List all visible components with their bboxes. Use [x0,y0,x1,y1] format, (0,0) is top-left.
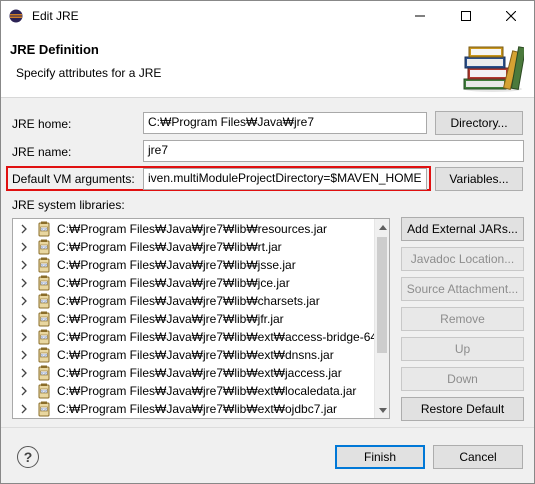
jar-icon: 010 [38,329,50,345]
window-title: Edit JRE [32,9,79,23]
library-path: C:₩Program Files₩Java₩jre7₩lib₩ext₩local… [57,384,357,398]
restore-default-button[interactable]: Restore Default [401,397,524,421]
svg-text:010: 010 [41,281,49,285]
help-icon[interactable]: ? [17,446,39,468]
library-path: C:₩Program Files₩Java₩jre7₩lib₩jsse.jar [57,258,296,272]
header-title: JRE Definition [10,42,99,57]
chevron-right-icon[interactable] [19,313,29,325]
library-row[interactable]: 010 C:₩Program Files₩Java₩jre7₩lib₩charse… [13,292,376,310]
scrollbar-thumb[interactable] [377,237,387,353]
library-row[interactable]: 010 C:₩Program Files₩Java₩jre7₩lib₩ext₩dn… [13,346,376,364]
scroll-down-icon[interactable] [375,402,389,418]
library-row[interactable]: 010 C:₩Program Files₩Java₩jre7₩lib₩ext₩ac… [13,328,389,346]
javadoc-location-button[interactable]: Javadoc Location... [401,247,524,271]
chevron-right-icon[interactable] [19,385,29,397]
maximize-icon [461,11,471,21]
finish-button[interactable]: Finish [335,445,425,469]
jre-home-label: JRE home: [12,117,72,131]
svg-text:010: 010 [41,227,49,231]
source-attachment-button[interactable]: Source Attachment... [401,277,524,301]
vm-arguments-field[interactable]: iven.multiModuleProjectDirectory=$MAVEN_… [143,168,427,190]
svg-text:010: 010 [41,353,49,357]
directory-button[interactable]: Directory... [435,111,523,135]
svg-text:010: 010 [41,263,49,267]
footer-divider [1,427,534,428]
svg-text:010: 010 [41,407,49,411]
library-row[interactable]: 010 C:₩Program Files₩Java₩jre7₩lib₩ext₩lo… [13,382,376,400]
title-bar[interactable]: Edit JRE [1,1,534,31]
library-path: C:₩Program Files₩Java₩jre7₩lib₩ext₩acces… [57,330,390,344]
jar-icon: 010 [38,293,50,309]
chevron-right-icon[interactable] [19,295,29,307]
add-external-jars-button[interactable]: Add External JARs... [401,217,524,241]
remove-button[interactable]: Remove [401,307,524,331]
variables-button[interactable]: Variables... [435,167,523,191]
jar-icon: 010 [38,221,50,237]
jre-home-field[interactable]: C:₩Program Files₩Java₩jre7 [143,112,427,134]
jar-icon: 010 [38,239,50,255]
jar-icon: 010 [38,383,50,399]
svg-text:010: 010 [41,371,49,375]
library-path: C:₩Program Files₩Java₩jre7₩lib₩rt.jar [57,240,282,254]
jar-icon: 010 [38,401,50,417]
libraries-scrollbar[interactable] [374,219,389,418]
chevron-right-icon[interactable] [19,403,29,415]
svg-text:010: 010 [41,317,49,321]
cancel-button[interactable]: Cancel [433,445,523,469]
svg-text:010: 010 [41,245,49,249]
library-row[interactable]: 010 C:₩Program Files₩Java₩jre7₩lib₩rt.jar [13,238,376,256]
minimize-icon [415,15,425,17]
header-subtitle: Specify attributes for a JRE [16,66,162,80]
eclipse-icon [9,9,23,23]
chevron-right-icon[interactable] [19,259,29,271]
library-row[interactable]: 010 C:₩Program Files₩Java₩jre7₩lib₩ext₩ja… [13,364,376,382]
library-row[interactable]: 010 C:₩Program Files₩Java₩jre7₩lib₩ext₩oj… [13,400,376,418]
library-row[interactable]: 010 C:₩Program Files₩Java₩jre7₩lib₩jce.ja… [13,274,376,292]
jar-icon: 010 [38,347,50,363]
scroll-up-icon[interactable] [375,219,389,235]
dialog-header: JRE Definition Specify attributes for a … [1,31,534,98]
down-button[interactable]: Down [401,367,524,391]
vm-arguments-label: Default VM arguments: [12,172,135,186]
library-row[interactable]: 010 C:₩Program Files₩Java₩jre7₩lib₩jsse.j… [13,256,376,274]
libraries-label: JRE system libraries: [12,198,125,212]
minimize-button[interactable] [397,1,443,31]
library-row[interactable]: 010 C:₩Program Files₩Java₩jre7₩lib₩resour… [13,220,376,238]
maximize-button[interactable] [443,1,489,31]
close-icon [506,11,516,21]
jar-icon: 010 [38,257,50,273]
jar-icon: 010 [38,365,50,381]
library-path: C:₩Program Files₩Java₩jre7₩lib₩charsets.… [57,294,320,308]
library-path: C:₩Program Files₩Java₩jre7₩lib₩resources… [57,222,328,236]
library-path: C:₩Program Files₩Java₩jre7₩lib₩jfr.jar [57,312,284,326]
library-path: C:₩Program Files₩Java₩jre7₩lib₩jce.jar [57,276,290,290]
edit-jre-dialog: Edit JRE JRE Definition Specify attribut… [0,0,535,484]
library-row[interactable]: 010 C:₩Program Files₩Java₩jre7₩lib₩jfr.ja… [13,310,376,328]
chevron-right-icon[interactable] [19,223,29,235]
jre-name-label: JRE name: [12,145,72,159]
svg-text:010: 010 [41,335,49,339]
chevron-right-icon[interactable] [19,349,29,361]
close-button[interactable] [488,1,534,31]
jre-libraries-list[interactable]: 010 C:₩Program Files₩Java₩jre7₩lib₩resour… [12,218,390,419]
jar-icon: 010 [38,275,50,291]
chevron-right-icon[interactable] [19,277,29,289]
chevron-right-icon[interactable] [19,331,29,343]
chevron-right-icon[interactable] [19,367,29,379]
svg-text:010: 010 [41,389,49,393]
up-button[interactable]: Up [401,337,524,361]
jre-name-field[interactable]: jre7 [143,140,524,162]
library-path: C:₩Program Files₩Java₩jre7₩lib₩ext₩dnsns… [57,348,334,362]
jar-icon: 010 [38,311,50,327]
chevron-right-icon[interactable] [19,241,29,253]
svg-text:010: 010 [41,299,49,303]
library-path: C:₩Program Files₩Java₩jre7₩lib₩ext₩jacce… [57,366,342,380]
library-path: C:₩Program Files₩Java₩jre7₩lib₩ext₩ojdbc… [57,402,338,416]
books-icon [463,46,524,92]
